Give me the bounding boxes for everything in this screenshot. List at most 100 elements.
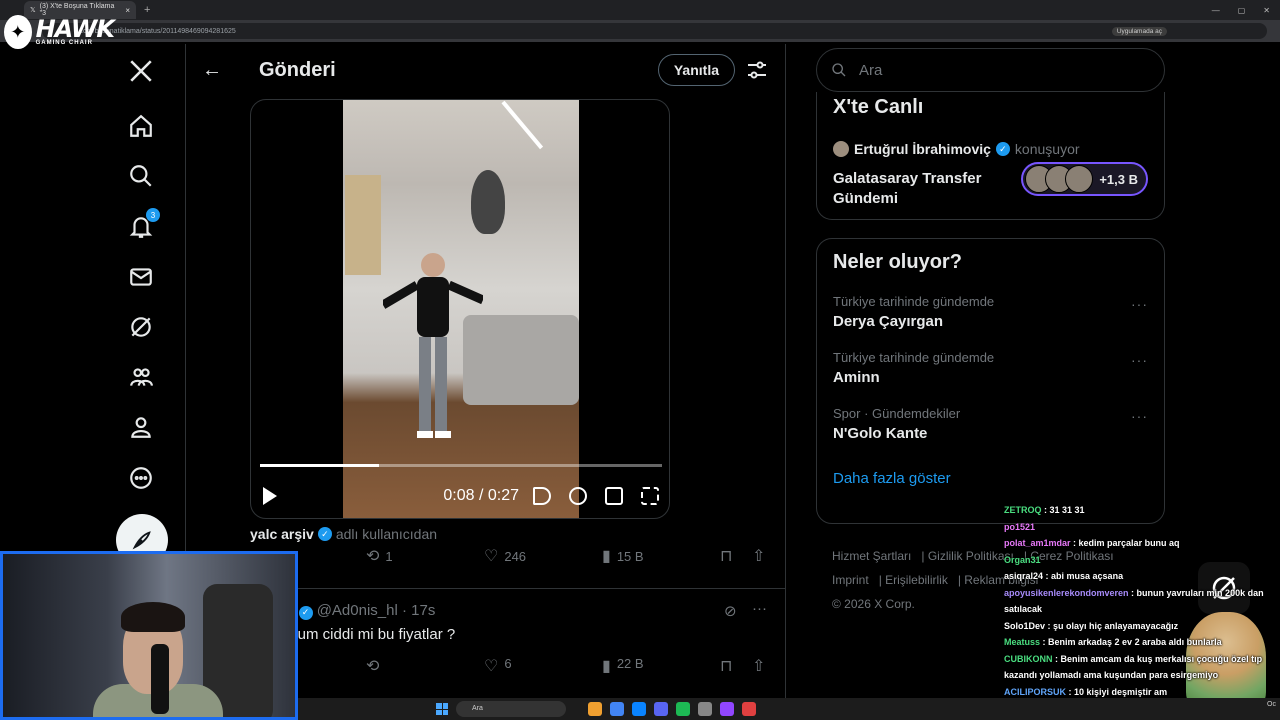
home-icon[interactable] — [126, 111, 156, 141]
listeners-pill[interactable]: +1,3 B — [1021, 162, 1148, 196]
video-frame — [343, 100, 579, 518]
grok-icon[interactable]: ⊘ — [724, 602, 737, 620]
retweet-icon: ⟲ — [366, 658, 380, 675]
video-progress-bar[interactable] — [260, 464, 662, 467]
webcam-person-hair — [121, 602, 185, 632]
footer-link[interactable]: Hizmet Şartları — [832, 549, 911, 563]
windows-start-icon[interactable] — [436, 703, 448, 715]
notifications-icon[interactable]: 3 — [126, 208, 160, 242]
chat-username: Solo1Dev — [1004, 620, 1046, 631]
reply-share-button[interactable]: ⇧ — [752, 656, 765, 676]
trend-item[interactable]: Spor · Gündemdekiler N'Golo Kante ··· — [833, 406, 1148, 442]
chat-message: po1521 — [1004, 519, 1280, 536]
chat-text: : Benim arkadaş 2 ev 2 araba aldı bunlar… — [1040, 637, 1222, 647]
trends-title: Neler oluyor? — [833, 251, 962, 273]
picture-in-picture-icon[interactable] — [605, 487, 623, 505]
more-options-icon[interactable]: ··· — [1131, 296, 1148, 312]
live-host-status: konuşuyor — [1014, 141, 1080, 157]
bookmark-icon: ⊓ — [720, 548, 733, 565]
live-topic: Galatasaray Transfer Gündemi — [833, 170, 982, 207]
taskbar-clock: Oc — [1267, 701, 1276, 708]
open-in-app-button[interactable]: Uygulamada aç — [1111, 26, 1167, 36]
chat-username: po1521 — [1004, 521, 1036, 532]
reply-handle[interactable]: @Ad0nis_hl — [317, 602, 398, 619]
new-tab-icon[interactable]: + — [144, 4, 150, 16]
grok-icon[interactable] — [126, 312, 156, 342]
trend-item[interactable]: Türkiye tarihinde gündemde Aminn ··· — [833, 350, 1148, 386]
listener-avatars — [1025, 165, 1094, 193]
avatar — [833, 141, 849, 157]
discord-icon[interactable] — [654, 702, 668, 716]
messages-icon[interactable] — [126, 262, 156, 292]
spotify-icon[interactable] — [676, 702, 690, 716]
show-more-link[interactable]: Daha fazla göster — [833, 470, 1148, 487]
edge-icon[interactable] — [632, 702, 646, 716]
reply-bookmark-button[interactable]: ⊓ — [720, 656, 732, 676]
chat-text: : abi musa açsana — [1043, 571, 1124, 581]
maximize-icon[interactable]: ▢ — [1238, 6, 1246, 15]
copyright: © 2026 X Corp. — [832, 597, 915, 611]
obs-icon[interactable] — [720, 702, 734, 716]
chat-message: Solo1Dev : şu olayı hiç anlayamayacağız — [1004, 618, 1280, 635]
share-button[interactable]: ⇧ — [752, 546, 765, 566]
footer-link[interactable]: Gizlilik Politikası — [928, 549, 1014, 563]
communities-icon[interactable] — [126, 362, 156, 392]
chat-message: asiqral24 : abi musa açsana — [1004, 568, 1280, 585]
chat-text: : şu olayı hiç anlayamayacağız — [1045, 620, 1179, 631]
video-player[interactable]: 0:08 / 0:27 — [250, 99, 670, 519]
volume-icon[interactable] — [533, 487, 551, 505]
search-icon — [832, 63, 846, 77]
profile-icon[interactable] — [126, 412, 156, 442]
taskbar-search[interactable]: Ara — [456, 701, 566, 717]
play-icon[interactable] — [263, 487, 277, 505]
file-explorer-icon[interactable] — [588, 702, 602, 716]
video-window — [345, 175, 381, 275]
app-icon[interactable] — [698, 702, 712, 716]
reply-like-button[interactable]: ♡ 6 — [484, 656, 512, 676]
retweet-button[interactable]: ⟲ 1 — [366, 546, 393, 566]
more-options-icon[interactable]: ··· — [1131, 352, 1148, 368]
back-arrow-icon[interactable]: ← — [202, 59, 232, 82]
reply-button[interactable]: Yanıtla — [657, 54, 735, 86]
settings-gear-icon[interactable] — [569, 487, 587, 505]
chat-username: ZETROQ — [1004, 505, 1042, 515]
more-options-icon[interactable]: ··· — [752, 600, 767, 617]
chat-username: polat_am1mdar — [1004, 538, 1071, 548]
page-title: Gönderi — [259, 58, 336, 81]
fullscreen-icon[interactable] — [641, 487, 659, 505]
reply-header: s ✓ @Ad0nis_hl · 17s — [286, 602, 435, 620]
more-icon[interactable] — [126, 463, 156, 493]
source-suffix: adlı kullanıcıdan — [335, 526, 438, 542]
trend-name: Aminn — [833, 369, 880, 386]
footer-link[interactable]: Imprint — [832, 573, 869, 587]
search-icon[interactable] — [126, 161, 156, 191]
like-button[interactable]: ♡ 246 — [484, 546, 526, 566]
close-tab-icon[interactable]: × — [125, 6, 130, 15]
video-controls: 0:08 / 0:27 — [251, 480, 669, 512]
url-field[interactable]: x.com/bosunatiklama/status/2011498469094… — [42, 23, 1267, 39]
live-spaces-card[interactable]: X'te Canlı Ertuğrul İbrahimoviç ✓ konuşu… — [816, 92, 1165, 220]
trends-card: Neler oluyor? Türkiye tarihinde gündemde… — [816, 238, 1165, 524]
chat-message: Organ31 — [1004, 552, 1280, 569]
close-window-icon[interactable]: ✕ — [1263, 6, 1270, 15]
bookmark-icon: ⊓ — [720, 658, 733, 675]
x-logo-icon[interactable] — [126, 56, 156, 86]
chat-username: asiqral24 — [1004, 571, 1044, 581]
app-icon[interactable] — [742, 702, 756, 716]
reply-retweet-button[interactable]: ⟲ — [366, 656, 379, 676]
chat-message: apoyusikenlerekondomveren : bunun yavrul… — [1004, 585, 1280, 618]
search-input[interactable]: Ara — [816, 48, 1165, 92]
footer-link[interactable]: Erişilebilirlik — [885, 573, 948, 587]
source-name[interactable]: yalc arşiv — [250, 526, 314, 542]
settings-sliders-icon[interactable] — [745, 58, 769, 82]
views-button[interactable]: ▮ 15 B — [602, 546, 644, 566]
more-options-icon[interactable]: ··· — [1131, 408, 1148, 424]
views-chart-icon: ▮ — [602, 548, 611, 565]
minimize-icon[interactable]: — — [1212, 6, 1220, 15]
chrome-icon[interactable] — [610, 702, 624, 716]
reply-views-button[interactable]: ▮ 22 B — [602, 656, 644, 676]
trend-item[interactable]: Türkiye tarihinde gündemde Derya Çayırga… — [833, 294, 1148, 330]
bookmark-button[interactable]: ⊓ — [720, 546, 732, 566]
live-host: Ertuğrul İbrahimoviç ✓ konuşuyor — [833, 141, 1148, 157]
chat-username: CUBIKONN — [1004, 653, 1053, 664]
